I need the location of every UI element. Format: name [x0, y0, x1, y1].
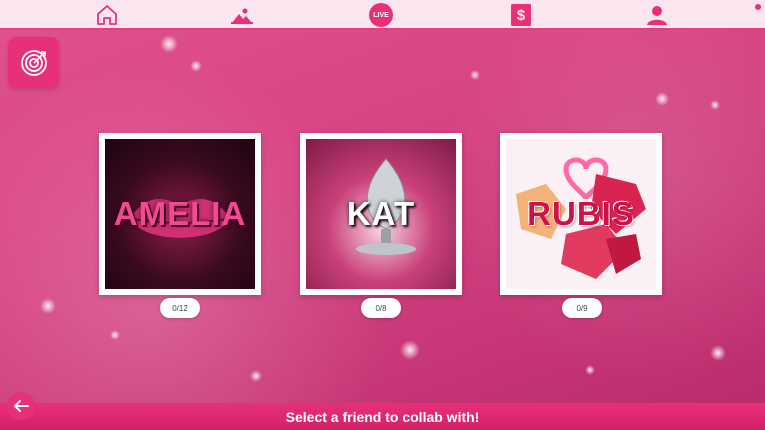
friend-name: AMELIA	[113, 195, 247, 232]
gallery-icon	[231, 8, 253, 24]
home-icon	[97, 5, 117, 25]
sparkle	[470, 70, 480, 80]
svg-text:$: $	[517, 7, 526, 24]
sparkle	[40, 298, 56, 314]
nav-live[interactable]: LIVE	[368, 3, 394, 27]
sparkle	[400, 340, 420, 360]
nav-home[interactable]	[94, 3, 120, 27]
target-button[interactable]	[8, 37, 59, 88]
dollar-tag-icon: $	[511, 4, 531, 26]
friend-name: RUBIS	[527, 195, 635, 232]
back-button[interactable]	[7, 392, 35, 420]
sparkle	[250, 370, 262, 382]
sparkle	[710, 100, 720, 110]
bottom-bar: Select a friend to collab with!	[0, 403, 765, 430]
sparkle	[585, 365, 595, 375]
collab-prompt: Select a friend to collab with!	[285, 408, 480, 425]
nav-gallery[interactable]	[229, 3, 255, 27]
sparkle	[190, 60, 202, 72]
sparkle	[655, 92, 669, 106]
live-badge: LIVE	[369, 3, 393, 27]
collab-progress-amelia: 0/12	[160, 298, 200, 318]
friend-card-image: KAT	[306, 139, 456, 289]
nav-shop[interactable]: $	[508, 3, 534, 27]
friend-card-image: RUBIS	[506, 139, 656, 289]
arrow-left-icon	[14, 400, 29, 412]
friend-card-amelia[interactable]: AMELIA	[99, 133, 261, 295]
collab-progress-kat: 0/8	[361, 298, 401, 318]
friend-card-kat[interactable]: KAT	[300, 133, 462, 295]
nav-profile[interactable]	[644, 3, 670, 27]
friend-card-image: AMELIA	[105, 139, 255, 289]
sparkle	[710, 345, 726, 361]
top-nav-bar: LIVE $	[0, 0, 765, 30]
friend-name: KAT	[346, 195, 416, 232]
sparkle	[160, 35, 178, 53]
target-icon	[20, 49, 47, 76]
sparkle	[110, 330, 120, 340]
notification-dot	[755, 4, 761, 10]
friend-card-rubis[interactable]: RUBIS	[500, 133, 662, 295]
collab-progress-rubis: 0/9	[562, 298, 602, 318]
profile-icon	[647, 6, 667, 25]
